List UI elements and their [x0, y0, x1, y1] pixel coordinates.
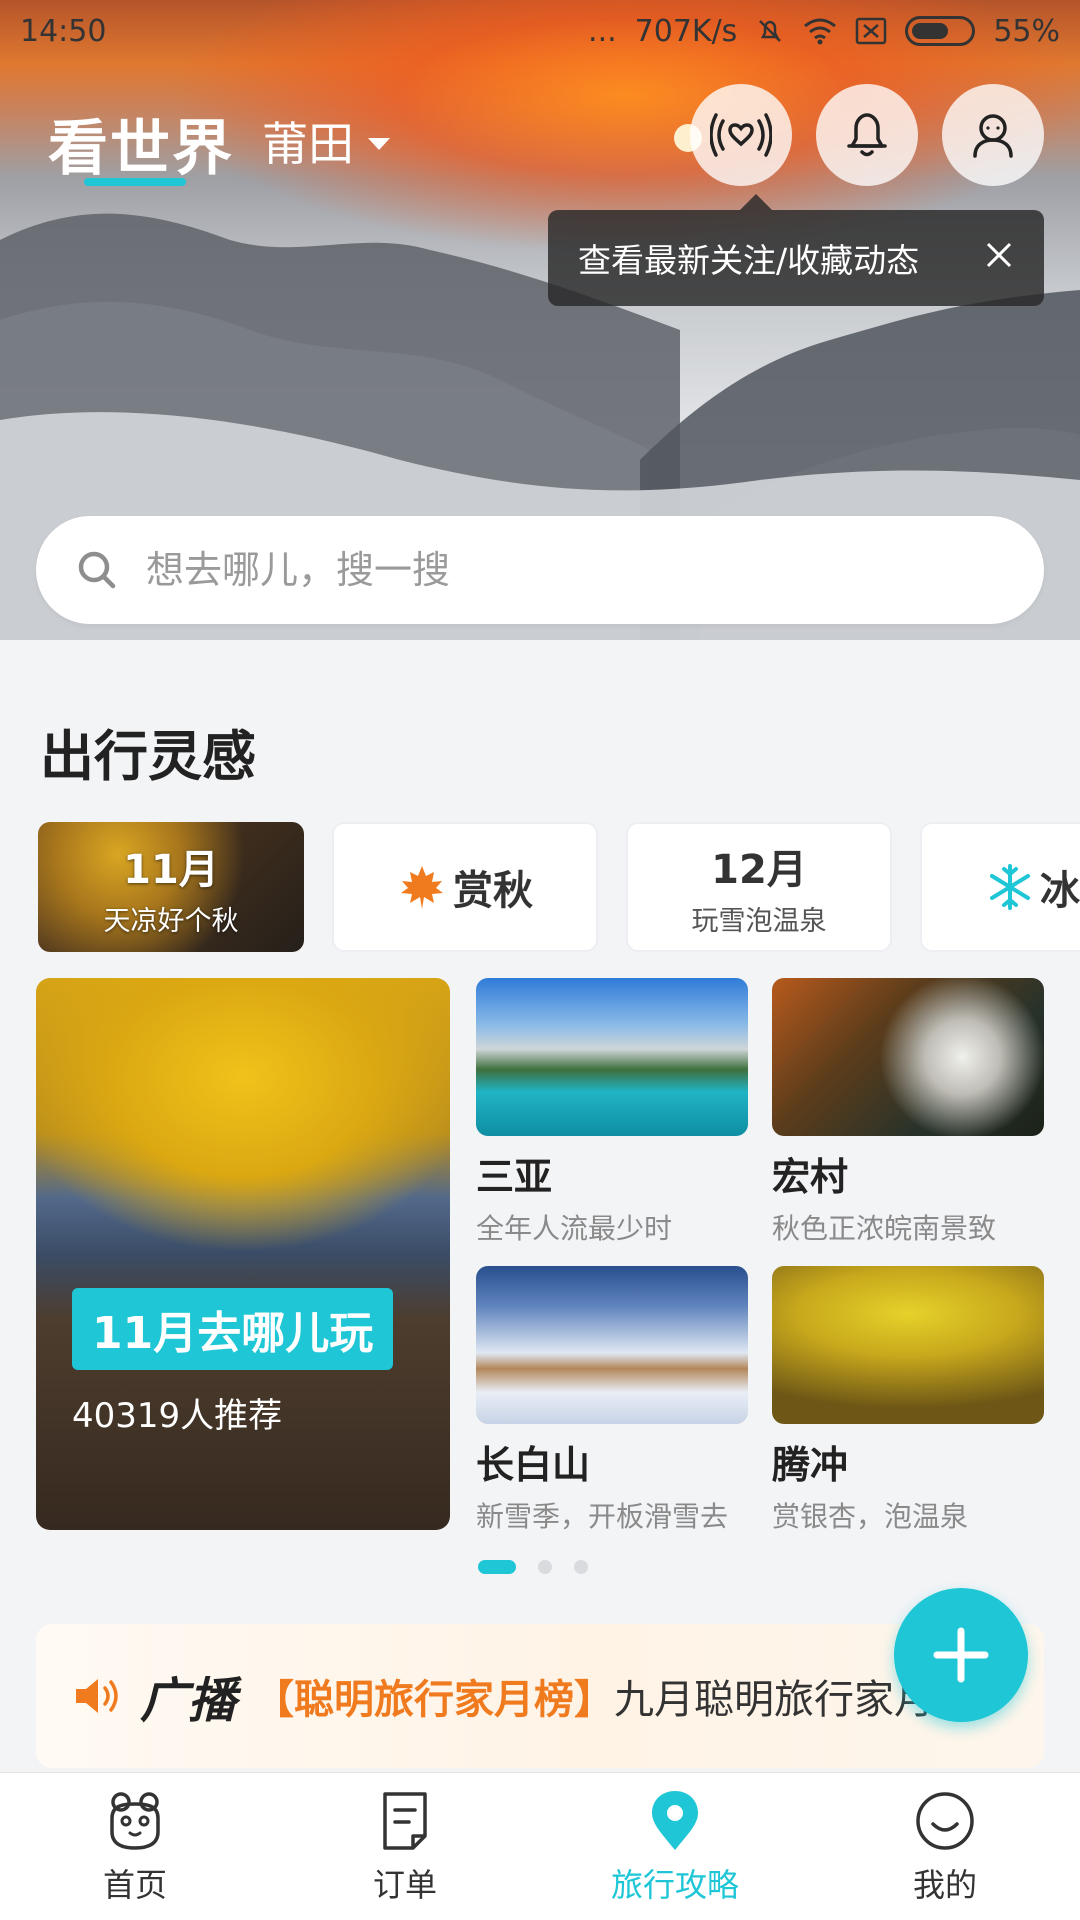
- smile-face-icon: [916, 1791, 974, 1850]
- destination-card[interactable]: 三亚 全年人流最少时: [476, 978, 748, 1247]
- chip-small-label: 天凉好个秋: [103, 905, 239, 937]
- search-icon: [78, 551, 116, 589]
- page-dot-active[interactable]: [478, 1560, 516, 1574]
- feature-subtitle: 40319人推荐: [72, 1396, 283, 1436]
- mute-bell-icon: [755, 16, 785, 46]
- search-bar[interactable]: [36, 516, 1044, 624]
- battery-percent: 55%: [993, 13, 1060, 49]
- profile-button[interactable]: [942, 84, 1044, 186]
- nav-item-home[interactable]: 首页: [0, 1773, 270, 1920]
- broadcast-heart-icon: [710, 113, 772, 157]
- chip-small-label: 玩雪泡温泉: [691, 905, 827, 937]
- broadcast-banner[interactable]: 广播 【聪明旅行家月榜】 九月聪明旅行家月: [36, 1624, 1044, 1768]
- sim-icon: [855, 17, 887, 45]
- destination-card[interactable]: 腾冲 赏银杏，泡温泉: [772, 1266, 1044, 1535]
- destination-card[interactable]: 长白山 新雪季，开板滑雪去: [476, 1266, 748, 1535]
- nav-item-me[interactable]: 我的: [810, 1773, 1080, 1920]
- destination-desc: 赏银杏，泡温泉: [772, 1500, 969, 1533]
- chip-autumn[interactable]: 赏秋: [332, 822, 598, 952]
- nav-label: 首页: [102, 1865, 167, 1904]
- destination-desc: 全年人流最少时: [476, 1212, 673, 1245]
- destination-thumbnail: [476, 978, 748, 1136]
- tooltip-text: 查看最新关注/收藏动态: [578, 241, 920, 280]
- destination-card[interactable]: 宏村 秋色正浓皖南景致: [772, 978, 1044, 1247]
- brand-title: 看世界: [48, 114, 234, 184]
- page-dot[interactable]: [538, 1560, 552, 1574]
- battery-icon: [905, 16, 976, 46]
- chip-big-label: 赏秋: [453, 868, 533, 914]
- search-input[interactable]: [146, 548, 946, 592]
- follow-feed-button[interactable]: [690, 84, 792, 186]
- status-bar: 14:50 ... 707K/s 55%: [0, 0, 1080, 62]
- city-label: 莆田: [262, 117, 354, 171]
- chevron-down-icon: [368, 138, 390, 150]
- home-mascot-icon: [110, 1791, 160, 1850]
- nav-label: 旅行攻略: [610, 1865, 739, 1904]
- brand-underline: [84, 178, 186, 186]
- location-pin-icon: [652, 1790, 698, 1850]
- wifi-icon: [803, 17, 837, 45]
- destination-name: 三亚: [476, 1155, 553, 1199]
- broadcast-text: 九月聪明旅行家月: [614, 1677, 935, 1723]
- destination-desc: 新雪季，开板滑雪去: [476, 1500, 729, 1533]
- section-title: 出行灵感: [40, 725, 256, 788]
- chip-november[interactable]: 11月 天凉好个秋: [38, 822, 304, 952]
- network-speed: 707K/s: [634, 13, 738, 49]
- add-button[interactable]: [894, 1588, 1028, 1722]
- nav-item-travel-guide[interactable]: 旅行攻略: [540, 1773, 810, 1920]
- city-selector[interactable]: 莆田: [262, 108, 390, 174]
- chip-big-label: 12月: [711, 846, 807, 893]
- feature-card[interactable]: 11月去哪儿玩 40319人推荐: [36, 978, 450, 1530]
- broadcast-title: 广播: [140, 1673, 237, 1729]
- destination-thumbnail: [772, 978, 1044, 1136]
- close-icon[interactable]: [984, 239, 1014, 278]
- bell-icon: [847, 113, 887, 157]
- notification-button[interactable]: [816, 84, 918, 186]
- destination-name: 宏村: [772, 1155, 849, 1199]
- speaker-icon: [76, 1679, 118, 1713]
- page-dot[interactable]: [574, 1560, 588, 1574]
- maple-leaf-icon: [401, 866, 443, 909]
- nav-item-orders[interactable]: 订单: [270, 1773, 540, 1920]
- status-time: 14:50: [20, 13, 107, 49]
- destination-name: 腾冲: [772, 1443, 849, 1487]
- destination-desc: 秋色正浓皖南景致: [772, 1212, 997, 1245]
- destination-thumbnail: [476, 1266, 748, 1424]
- nav-label: 订单: [372, 1865, 437, 1904]
- snowflake-icon: [990, 864, 1030, 910]
- nav-label: 我的: [912, 1865, 977, 1904]
- chip-big-label: 冰雪: [1040, 868, 1080, 914]
- inspiration-chips: 11月 天凉好个秋 赏秋 12月 玩雪泡温泉 冰雪: [38, 822, 1080, 952]
- page-indicator: [478, 1560, 588, 1574]
- broadcast-tag: 【聪明旅行家月榜】: [254, 1677, 615, 1723]
- chip-december[interactable]: 12月 玩雪泡温泉: [626, 822, 892, 952]
- chip-ice-snow[interactable]: 冰雪: [920, 822, 1080, 952]
- follow-tooltip: 查看最新关注/收藏动态: [548, 194, 1044, 306]
- order-icon: [383, 1791, 427, 1850]
- chip-big-label: 11月: [123, 846, 219, 893]
- user-icon: [973, 114, 1013, 158]
- plus-icon: [933, 1627, 989, 1683]
- bottom-nav: 首页 订单 旅行攻略 我的: [0, 1772, 1080, 1920]
- feature-title: 11月去哪儿玩: [72, 1288, 394, 1370]
- status-dots: ...: [588, 13, 617, 49]
- destination-thumbnail: [772, 1266, 1044, 1424]
- destination-name: 长白山: [476, 1443, 591, 1487]
